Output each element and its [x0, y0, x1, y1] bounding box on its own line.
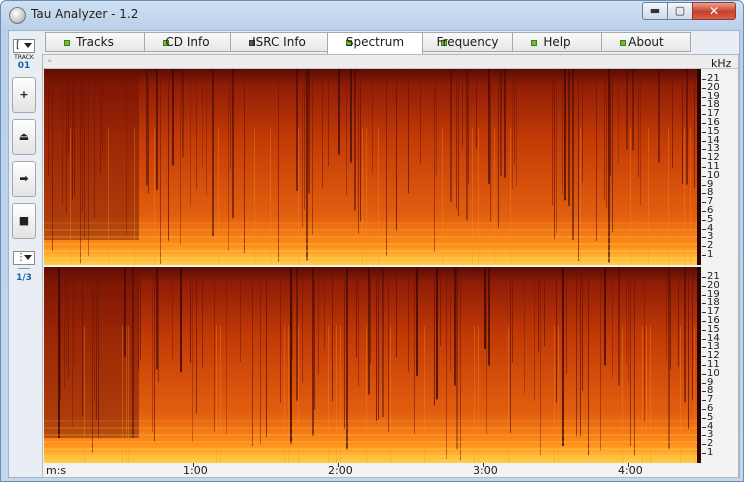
- time-axis: m:s 1:00 2:00 3:00 4:00: [43, 463, 738, 477]
- y-tick-mark: [702, 409, 706, 410]
- spectrogram-image: [44, 69, 701, 265]
- stop-icon: ■: [18, 214, 30, 227]
- spectrogram-right-channel[interactable]: [44, 267, 701, 463]
- frequency-tick-label: 1: [707, 249, 714, 260]
- y-tick-mark: [702, 347, 706, 348]
- y-tick-mark: [702, 427, 706, 428]
- track-dropdown[interactable]: [: [13, 39, 35, 53]
- y-tick-mark: [702, 202, 706, 203]
- ruler-marker: ᵤ: [48, 55, 52, 64]
- track-dropdown-value: [: [16, 40, 20, 51]
- chevron-down-icon: [24, 43, 32, 48]
- frequency-unit-label: kHz: [711, 57, 732, 70]
- zoom-in-button[interactable]: +: [12, 77, 36, 113]
- y-tick-mark: [702, 277, 706, 278]
- time-tick-label: 3:00: [473, 464, 498, 477]
- page-small-label: ────: [17, 266, 31, 272]
- y-tick-mark: [702, 286, 706, 287]
- y-tick-mark: [702, 185, 706, 186]
- y-tick-mark: [702, 79, 706, 80]
- track-label: TRACK: [14, 54, 34, 61]
- y-tick-mark: [702, 193, 706, 194]
- play-icon: ➡: [19, 172, 29, 185]
- tab-label: Help: [543, 35, 571, 49]
- stop-button[interactable]: ■: [12, 203, 36, 239]
- client-area: Tracks CD Info ISRC Info Spectrum Frequency H…: [8, 30, 740, 478]
- eject-button[interactable]: ⏏: [12, 119, 36, 155]
- y-tick-mark: [702, 303, 706, 304]
- page-dropdown[interactable]: ⋮: [13, 251, 35, 265]
- y-tick-mark: [702, 330, 706, 331]
- left-toolbar: [ TRACK 01 ⋮ ──── 1/3 + ⏏ ➡ ■: [11, 34, 37, 474]
- y-tick-mark: [702, 246, 706, 247]
- tab-about[interactable]: About: [601, 32, 691, 52]
- y-tick-mark: [702, 400, 706, 401]
- y-tick-mark: [702, 97, 706, 98]
- y-tick-mark: [702, 167, 706, 168]
- tab-help[interactable]: Help: [512, 32, 602, 52]
- y-tick-mark: [702, 312, 706, 313]
- spectrogram-image: [44, 267, 701, 463]
- minimize-button[interactable]: ▬: [642, 2, 668, 20]
- y-tick-mark: [702, 365, 706, 366]
- y-tick-mark: [702, 158, 706, 159]
- y-tick-mark: [702, 123, 706, 124]
- y-tick-mark: [702, 255, 706, 256]
- time-tick-label: 1:00: [183, 464, 208, 477]
- y-tick-mark: [702, 321, 706, 322]
- tab-isrc-info[interactable]: ISRC Info: [230, 32, 328, 52]
- close-button[interactable]: ✕: [692, 2, 736, 20]
- tab-label: Tracks: [76, 35, 114, 49]
- frequency-tick-label: 1: [707, 447, 714, 458]
- y-tick-mark: [702, 374, 706, 375]
- y-tick-mark: [702, 141, 706, 142]
- time-tick-label: 4:00: [618, 464, 643, 477]
- y-tick-mark: [702, 149, 706, 150]
- page-number: 1/3: [16, 273, 32, 283]
- app-window: Tau Analyzer - 1.2 ▬ ▢ ✕ Tracks CD Info IS…: [0, 0, 744, 482]
- y-tick-mark: [702, 88, 706, 89]
- y-tick-mark: [702, 383, 706, 384]
- tab-spectrum[interactable]: Spectrum: [327, 32, 423, 54]
- spectrum-view[interactable]: ᵤ kHz m:s 1:00 2:00 3:00 4:00 21 20 19 18 17 16 1…: [42, 54, 739, 478]
- maximize-button[interactable]: ▢: [667, 2, 693, 20]
- chevron-down-icon: [24, 255, 32, 260]
- y-tick-mark: [702, 453, 706, 454]
- tab-label: ISRC Info: [252, 35, 306, 49]
- tab-tracks[interactable]: Tracks: [45, 32, 145, 52]
- tab-bar: Tracks CD Info ISRC Info Spectrum Frequency H…: [45, 32, 709, 54]
- tab-label: Spectrum: [345, 35, 405, 49]
- spectrogram-left-channel[interactable]: [44, 69, 701, 265]
- tab-cd-info[interactable]: CD Info: [144, 32, 231, 52]
- time-axis-label: m:s: [46, 464, 67, 477]
- window-title: Tau Analyzer - 1.2: [31, 7, 139, 21]
- title-bar[interactable]: Tau Analyzer - 1.2 ▬ ▢ ✕: [1, 1, 743, 29]
- y-tick-mark: [702, 176, 706, 177]
- eject-icon: ⏏: [18, 130, 30, 143]
- y-tick-mark: [702, 105, 706, 106]
- time-ruler[interactable]: ᵤ: [43, 55, 738, 69]
- y-tick-mark: [702, 435, 706, 436]
- y-tick-mark: [702, 211, 706, 212]
- y-tick-mark: [702, 295, 706, 296]
- y-tick-mark: [702, 229, 706, 230]
- y-tick-mark: [702, 391, 706, 392]
- y-tick-mark: [702, 339, 706, 340]
- time-tick-label: 2:00: [328, 464, 353, 477]
- y-tick-mark: [702, 237, 706, 238]
- y-tick-mark: [702, 356, 706, 357]
- tab-label: CD Info: [165, 35, 210, 49]
- y-tick-mark: [702, 418, 706, 419]
- zoom-in-icon: +: [19, 88, 29, 101]
- play-button[interactable]: ➡: [12, 161, 36, 197]
- app-icon: [9, 7, 26, 24]
- tab-label: Frequency: [436, 35, 499, 49]
- track-number: 01: [17, 61, 31, 71]
- y-tick-mark: [702, 444, 706, 445]
- tab-label: About: [628, 35, 664, 49]
- y-tick-mark: [702, 220, 706, 221]
- tab-frequency[interactable]: Frequency: [422, 32, 513, 52]
- y-tick-mark: [702, 114, 706, 115]
- y-tick-mark: [702, 132, 706, 133]
